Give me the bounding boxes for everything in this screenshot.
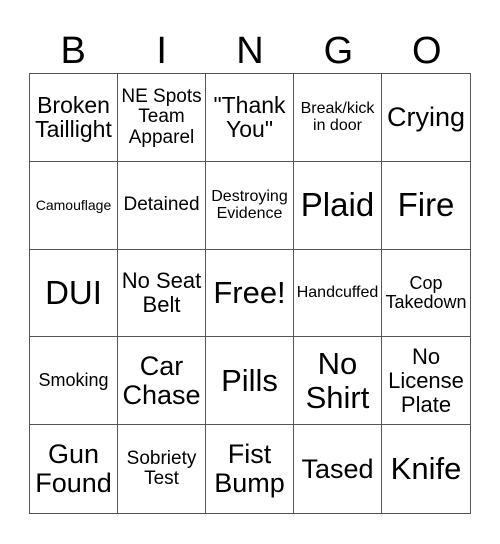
bingo-cell[interactable]: Plaid (294, 161, 382, 250)
header-letter-o: O (412, 30, 442, 72)
bingo-cell[interactable]: Fist Bump (206, 425, 294, 513)
bingo-cell[interactable]: No Shirt (294, 337, 382, 426)
header-letter-b: B (60, 30, 86, 72)
bingo-header: B I N G O (29, 30, 471, 72)
bingo-cell[interactable]: Camouflage (30, 161, 118, 250)
bingo-cell[interactable]: Detained (118, 161, 206, 250)
bingo-cell[interactable]: Handcuffed (294, 249, 382, 338)
header-letter-n: N (236, 30, 264, 72)
bingo-cell[interactable]: No License Plate (382, 337, 470, 426)
bingo-cell[interactable]: Crying (382, 74, 470, 162)
bingo-cell[interactable]: No Seat Belt (118, 249, 206, 338)
bingo-cell[interactable]: Sobriety Test (118, 425, 206, 513)
bingo-cell[interactable]: Car Chase (118, 337, 206, 426)
bingo-cell[interactable]: Break/kick in door (294, 74, 382, 162)
bingo-cell[interactable]: Gun Found (30, 425, 118, 513)
bingo-cell[interactable]: Destroying Evidence (206, 161, 294, 250)
bingo-card: Broken Taillight NE Spots Team Apparel "… (29, 73, 471, 514)
bingo-cell[interactable]: Broken Taillight (30, 74, 118, 162)
bingo-cell[interactable]: NE Spots Team Apparel (118, 74, 206, 162)
header-letter-g: G (323, 30, 354, 72)
bingo-cell[interactable]: Smoking (30, 337, 118, 426)
header-letter-i: I (156, 30, 167, 72)
bingo-cell[interactable]: "Thank You" (206, 74, 294, 162)
bingo-cell[interactable]: Pills (206, 337, 294, 426)
bingo-cell[interactable]: Tased (294, 425, 382, 513)
bingo-cell[interactable]: Fire (382, 162, 470, 250)
bingo-cell[interactable]: Knife (382, 425, 470, 513)
bingo-cell[interactable]: DUI (30, 249, 118, 338)
bingo-cell[interactable]: Cop Takedown (382, 250, 470, 338)
free-space[interactable]: Free! (206, 249, 294, 338)
